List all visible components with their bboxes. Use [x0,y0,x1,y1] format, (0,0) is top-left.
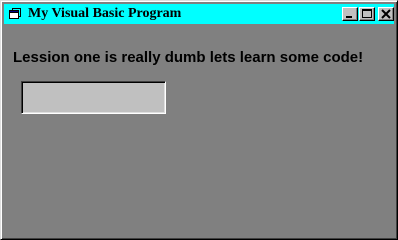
window-icon[interactable] [8,7,22,21]
minimize-button[interactable] [342,7,358,21]
title-bar[interactable]: My Visual Basic Program [4,4,394,24]
app-window: My Visual Basic Program Lession one is r… [0,0,398,240]
close-icon [381,9,391,19]
minimize-icon [346,16,352,18]
window-title: My Visual Basic Program [28,6,182,21]
close-button[interactable] [378,7,394,21]
lesson-label: Lession one is really dumb lets learn so… [13,49,364,66]
maximize-icon [362,9,372,18]
maximize-button[interactable] [359,7,375,21]
text-input[interactable] [21,81,166,114]
